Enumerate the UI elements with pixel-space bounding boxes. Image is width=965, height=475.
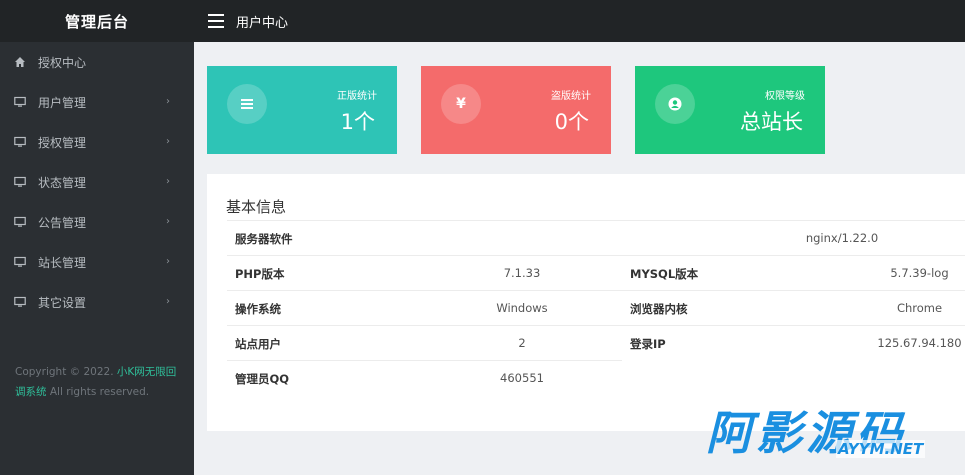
sidebar-item-status-management[interactable]: 状态管理 › <box>0 162 194 202</box>
table-row: 服务器软件 nginx/1.22.0 <box>227 220 965 255</box>
sidebar-item-label: 用户管理 <box>38 95 87 110</box>
list-icon <box>227 84 267 124</box>
table-row: 管理员QQ 460551 <box>227 360 622 395</box>
sidebar-item-auth-center[interactable]: 授权中心 <box>0 42 194 82</box>
server-software-label: 服务器软件 <box>235 232 293 246</box>
copyright-prefix: Copyright © 2022. <box>15 366 117 378</box>
stat-card-pirated: ¥ 盗版统计 0个 <box>421 66 611 154</box>
sidebar: 管理后台 授权中心 用户管理 › 授权管理 › 状态管理 › 公告管理 › 站长… <box>0 0 194 475</box>
stat-label: 正版统计 <box>337 91 377 102</box>
sidebar-item-user-management[interactable]: 用户管理 › <box>0 82 194 122</box>
monitor-icon <box>14 256 26 268</box>
monitor-icon <box>14 296 26 308</box>
sidebar-item-label: 授权管理 <box>38 135 87 150</box>
home-icon <box>14 56 26 68</box>
sidebar-item-label: 公告管理 <box>38 215 87 230</box>
hamburger-menu-icon[interactable] <box>208 14 224 28</box>
basic-info-panel: 基本信息 服务器软件 nginx/1.22.0 PHP版本 7.1.33 MYS… <box>207 174 965 431</box>
admin-qq-label: 管理员QQ <box>235 372 290 386</box>
server-software-value: nginx/1.22.0 <box>805 231 879 245</box>
chevron-right-icon: › <box>166 296 170 307</box>
browser-kernel-value: Chrome <box>896 301 943 315</box>
os-label: 操作系统 <box>235 302 281 316</box>
sidebar-item-label: 授权中心 <box>38 55 87 70</box>
panel-title: 基本信息 <box>226 198 287 216</box>
site-users-value: 2 <box>518 336 526 350</box>
os-value: Windows <box>496 301 548 315</box>
admin-qq-value: 460551 <box>500 371 544 385</box>
sidebar-item-other-settings[interactable]: 其它设置 › <box>0 282 194 322</box>
sidebar-item-label: 状态管理 <box>38 175 87 190</box>
monitor-icon <box>14 96 26 108</box>
copyright-suffix: All rights reserved. <box>46 386 150 398</box>
php-version-label: PHP版本 <box>235 267 285 281</box>
browser-kernel-label: 浏览器内核 <box>630 302 688 316</box>
stat-card-genuine: 正版统计 1个 <box>207 66 397 154</box>
stat-label: 权限等级 <box>765 91 805 102</box>
stat-value: 1个 <box>340 110 375 134</box>
login-ip-value: 125.67.94.180 <box>877 336 962 350</box>
table-row: 站点用户 2 登录IP 125.67.94.180 <box>227 325 965 360</box>
table-row: PHP版本 7.1.33 MYSQL版本 5.7.39-log <box>227 255 965 290</box>
php-version-value: 7.1.33 <box>503 266 541 280</box>
sidebar-item-label: 其它设置 <box>38 295 87 310</box>
copyright-text: Copyright © 2022. 小K网无限回调系统 All rights r… <box>15 362 180 402</box>
user-circle-icon <box>655 84 695 124</box>
chevron-right-icon: › <box>166 96 170 107</box>
chevron-right-icon: › <box>166 216 170 227</box>
stat-label: 盗版统计 <box>551 91 591 102</box>
watermark-en: AYYM.NET <box>836 440 926 458</box>
mysql-version-value: 5.7.39-log <box>890 266 949 280</box>
monitor-icon <box>14 136 26 148</box>
stat-card-permission-level: 权限等级 总站长 <box>635 66 825 154</box>
site-users-label: 站点用户 <box>235 337 281 351</box>
monitor-icon <box>14 216 26 228</box>
chevron-right-icon: › <box>166 136 170 147</box>
mysql-version-label: MYSQL版本 <box>630 267 699 281</box>
yen-icon: ¥ <box>441 84 481 124</box>
top-bar: 用户中心 <box>194 0 965 42</box>
sidebar-item-announcement-management[interactable]: 公告管理 › <box>0 202 194 242</box>
monitor-icon <box>14 176 26 188</box>
sidebar-item-authorization-management[interactable]: 授权管理 › <box>0 122 194 162</box>
stat-value: 总站长 <box>740 110 803 134</box>
page-title: 用户中心 <box>236 15 289 31</box>
login-ip-label: 登录IP <box>630 337 666 351</box>
chevron-right-icon: › <box>166 256 170 267</box>
chevron-right-icon: › <box>166 176 170 187</box>
watermark-logo: 阿影源码 AYYM.NET <box>706 403 936 463</box>
sidebar-item-label: 站长管理 <box>38 255 87 270</box>
sidebar-item-webmaster-management[interactable]: 站长管理 › <box>0 242 194 282</box>
stat-value: 0个 <box>554 110 589 134</box>
table-row: 操作系统 Windows 浏览器内核 Chrome <box>227 290 965 325</box>
brand-title: 管理后台 <box>0 0 194 42</box>
